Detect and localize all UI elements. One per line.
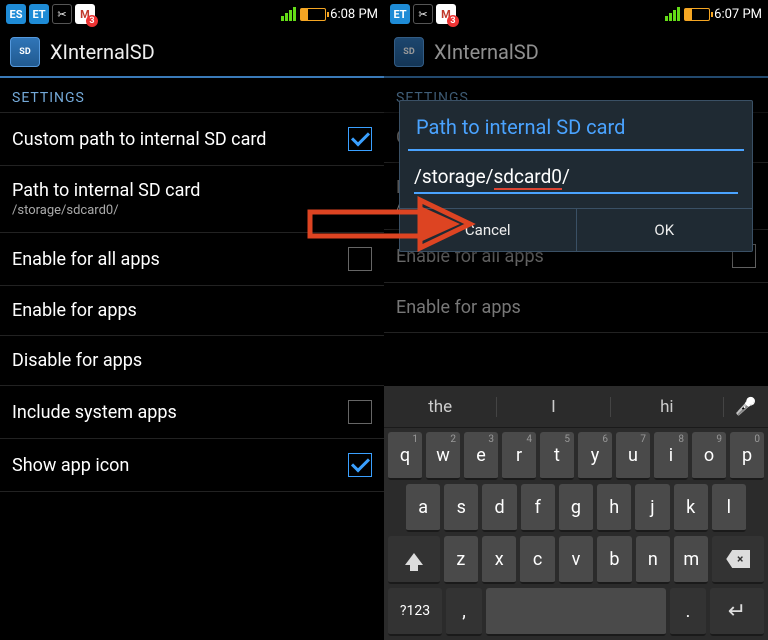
- checkbox-icon[interactable]: [348, 400, 372, 424]
- key-period[interactable]: .: [670, 588, 706, 636]
- key-symbols[interactable]: ?123: [388, 588, 442, 636]
- key-x[interactable]: x: [482, 536, 516, 584]
- pref-disable-apps[interactable]: Disable for apps: [0, 336, 384, 386]
- action-bar: XInternalSD: [0, 28, 384, 78]
- key-t[interactable]: t5: [540, 432, 574, 480]
- pref-include-system[interactable]: Include system apps: [0, 386, 384, 439]
- mail-icon: M3: [75, 4, 95, 24]
- key-s[interactable]: s: [444, 484, 478, 532]
- app-title: XInternalSD: [434, 40, 539, 64]
- annotation-arrow: [310, 200, 470, 254]
- key-g[interactable]: g: [559, 484, 593, 532]
- key-backspace[interactable]: [712, 536, 764, 584]
- dialog-input[interactable]: /storage/sdcard0/: [414, 165, 738, 194]
- screenshot-right: ET ✂ M3 6:07 PM XInternalSD SETTINGS Cu …: [384, 0, 768, 640]
- battery-icon: [300, 8, 326, 21]
- key-enter[interactable]: ↵: [710, 588, 764, 636]
- key-w[interactable]: w2: [426, 432, 460, 480]
- key-f[interactable]: f: [521, 484, 555, 532]
- key-h[interactable]: h: [597, 484, 631, 532]
- battery-icon: [684, 8, 710, 21]
- app-icon-et: ET: [29, 4, 49, 24]
- key-r[interactable]: r4: [502, 432, 536, 480]
- checkbox-icon[interactable]: [348, 453, 372, 477]
- key-p[interactable]: p0: [730, 432, 764, 480]
- key-c[interactable]: c: [520, 536, 554, 584]
- soft-keyboard: the I hi q1w2e3r4t5y6u7i8o9p0 asdfghjkl …: [384, 386, 768, 640]
- key-shift[interactable]: [388, 536, 440, 584]
- key-n[interactable]: n: [636, 536, 670, 584]
- pref-show-icon[interactable]: Show app icon: [0, 439, 384, 492]
- key-e[interactable]: e3: [464, 432, 498, 480]
- screenshot-left: ES ET ✂ M3 6:08 PM XInternalSD SETTINGS …: [0, 0, 384, 640]
- app-title: XInternalSD: [50, 40, 155, 64]
- suggestion[interactable]: the: [384, 397, 497, 417]
- status-time: 6:08 PM: [330, 7, 378, 22]
- scissors-icon: ✂: [52, 4, 72, 24]
- suggestion[interactable]: hi: [611, 397, 724, 417]
- pref-bg-3: Enable for apps: [384, 283, 768, 333]
- signal-icon: [281, 7, 296, 21]
- shift-icon: [405, 553, 423, 565]
- suggestion[interactable]: I: [497, 397, 610, 417]
- app-launcher-icon: [394, 37, 424, 67]
- key-y[interactable]: y6: [578, 432, 612, 480]
- key-a[interactable]: a: [406, 484, 440, 532]
- key-k[interactable]: k: [674, 484, 708, 532]
- mail-icon: M3: [436, 4, 456, 24]
- dialog-title: Path to internal SD card: [400, 101, 752, 149]
- pref-custom-path[interactable]: Custom path to internal SD card: [0, 113, 384, 166]
- key-b[interactable]: b: [597, 536, 631, 584]
- scissors-icon: ✂: [413, 4, 433, 24]
- checkbox-icon[interactable]: [348, 127, 372, 151]
- status-bar: ES ET ✂ M3 6:08 PM: [0, 0, 384, 28]
- key-m[interactable]: m: [674, 536, 708, 584]
- key-j[interactable]: j: [635, 484, 669, 532]
- key-i[interactable]: i8: [654, 432, 688, 480]
- status-bar: ET ✂ M3 6:07 PM: [384, 0, 768, 28]
- suggestion-bar: the I hi: [384, 386, 768, 428]
- app-icon-es: ES: [6, 4, 26, 24]
- key-u[interactable]: u7: [616, 432, 650, 480]
- key-v[interactable]: v: [559, 536, 593, 584]
- enter-icon: ↵: [728, 599, 746, 624]
- backspace-icon: [726, 550, 750, 568]
- key-space[interactable]: [486, 588, 666, 636]
- app-launcher-icon[interactable]: [10, 37, 40, 67]
- pref-enable-apps[interactable]: Enable for apps: [0, 286, 384, 336]
- section-header: SETTINGS: [0, 78, 384, 113]
- ok-button[interactable]: OK: [577, 209, 753, 251]
- status-time: 6:07 PM: [714, 7, 762, 22]
- action-bar: XInternalSD: [384, 28, 768, 78]
- key-o[interactable]: o9: [692, 432, 726, 480]
- signal-icon: [665, 7, 680, 21]
- key-l[interactable]: l: [712, 484, 746, 532]
- key-q[interactable]: q1: [388, 432, 422, 480]
- key-d[interactable]: d: [482, 484, 516, 532]
- key-comma[interactable]: ,: [446, 588, 482, 636]
- mic-button[interactable]: [724, 397, 768, 417]
- app-icon-et: ET: [390, 4, 410, 24]
- key-z[interactable]: z: [444, 536, 478, 584]
